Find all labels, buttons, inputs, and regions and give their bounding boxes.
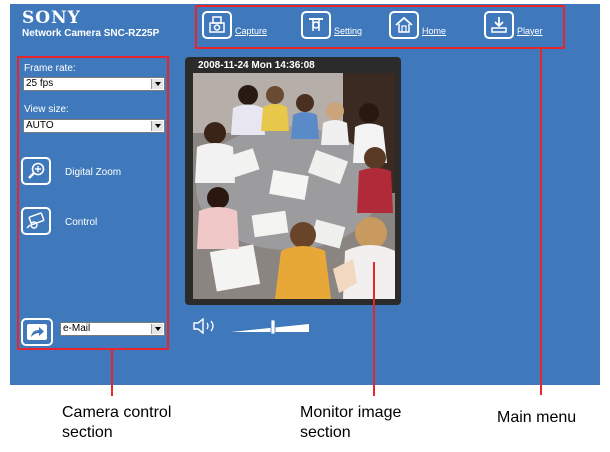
timestamp: 2008-11-24 Mon 14:36:08 [198,60,315,71]
monitor-image-caption: Monitor image section [300,403,401,443]
main-menu-callout-line [540,49,542,395]
monitor-image[interactable] [193,73,395,299]
camera-control-caption: Camera control section [62,403,171,443]
brand-logo: SONY [22,8,81,28]
volume-thumb [270,319,276,335]
caption-line: section [300,424,351,441]
speaker-icon[interactable] [192,317,222,339]
main-menu-caption: Main menu [497,409,577,426]
caption-line: Monitor image [300,404,402,421]
camera-control-callout-line [111,350,113,396]
brand: SONY Network Camera SNC-RZ25P [22,9,159,39]
caption-line: section [62,424,113,441]
monitor-image-callout-line [373,262,375,396]
caption-line: Camera control [62,404,172,421]
camera-control-highlight [17,56,169,350]
camera-model: Network Camera SNC-RZ25P [22,28,160,39]
volume-slider[interactable] [229,319,311,335]
main-menu-highlight [195,5,565,49]
